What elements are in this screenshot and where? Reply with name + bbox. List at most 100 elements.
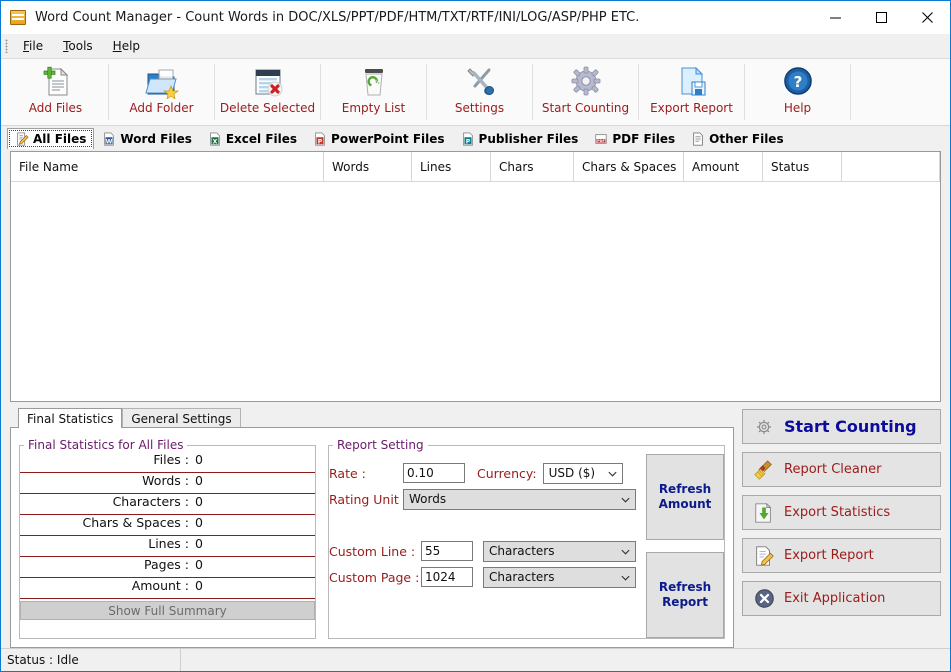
title-bar: Word Count Manager - Count Words in DOC/… bbox=[1, 1, 950, 34]
custom-line-input[interactable] bbox=[421, 541, 473, 561]
refresh-amount-button[interactable]: Refresh Amount bbox=[646, 454, 724, 540]
tab-word-files[interactable]: W Word Files bbox=[94, 128, 199, 149]
column-header-amount[interactable]: Amount bbox=[684, 152, 763, 181]
stat-row-pages: Pages : 0 bbox=[20, 557, 315, 578]
tab-powerpoint-files[interactable]: P PowerPoint Files bbox=[305, 128, 453, 149]
tab-publisher-files-label: Publisher Files bbox=[479, 132, 579, 146]
currency-select[interactable]: USD ($) bbox=[543, 463, 623, 484]
action-exit-application[interactable]: Exit Application bbox=[742, 581, 941, 616]
status-bar: Status : Idle bbox=[1, 648, 950, 671]
svg-text:P: P bbox=[318, 138, 323, 145]
column-header-lines[interactable]: Lines bbox=[412, 152, 491, 181]
tools-icon bbox=[463, 64, 497, 100]
tab-final-statistics[interactable]: Final Statistics bbox=[18, 408, 122, 428]
other-file-icon bbox=[691, 132, 705, 146]
file-list-header: File Name Words Lines Chars Chars & Spac… bbox=[11, 152, 940, 182]
toolbar-start-counting[interactable]: Start Counting bbox=[533, 59, 638, 125]
show-full-summary-button[interactable]: Show Full Summary bbox=[20, 601, 315, 620]
toolbar-delete-selected-label: Delete Selected bbox=[220, 101, 315, 115]
stat-label-words: Words : bbox=[142, 473, 189, 488]
refresh-report-button[interactable]: Refresh Report bbox=[646, 552, 724, 638]
tab-all-files[interactable]: All Files bbox=[7, 128, 94, 149]
action-export-report[interactable]: Export Report bbox=[742, 538, 941, 573]
toolbar-empty-list[interactable]: Empty List bbox=[321, 59, 426, 125]
column-header-file-name[interactable]: File Name bbox=[11, 152, 324, 181]
stat-row-words: Words : 0 bbox=[20, 473, 315, 494]
stat-label-amount: Amount : bbox=[132, 578, 189, 593]
custom-page-unit-select[interactable]: Characters bbox=[483, 567, 636, 588]
toolbar-export-report[interactable]: Export Report bbox=[639, 59, 744, 125]
tab-other-files[interactable]: Other Files bbox=[683, 128, 791, 149]
rating-unit-select[interactable]: Words bbox=[403, 489, 636, 510]
exit-icon bbox=[753, 588, 775, 610]
toolbar-add-files[interactable]: Add Files bbox=[3, 59, 108, 125]
toolbar-add-folder[interactable]: Add Folder bbox=[109, 59, 214, 125]
svg-text:P: P bbox=[465, 138, 470, 145]
menu-help[interactable]: Help bbox=[103, 37, 150, 55]
custom-line-unit-value: Characters bbox=[489, 544, 555, 558]
report-setting-group: Report Setting Rate : Currency: USD ($) bbox=[328, 438, 725, 639]
stat-row-amount: Amount : 0 bbox=[20, 578, 315, 599]
bottom-area: Final Statistics General Settings Final … bbox=[1, 402, 950, 648]
menu-grip-handle[interactable] bbox=[5, 39, 8, 53]
gear-icon bbox=[753, 416, 775, 438]
toolbar-help[interactable]: ? Help bbox=[745, 59, 850, 125]
tab-publisher-files[interactable]: P Publisher Files bbox=[453, 128, 587, 149]
close-button[interactable] bbox=[904, 1, 950, 34]
toolbar-delete-selected[interactable]: Delete Selected bbox=[215, 59, 320, 125]
action-report-cleaner[interactable]: Report Cleaner bbox=[742, 452, 941, 487]
currency-label: Currency: bbox=[477, 466, 537, 481]
toolbar-settings-label: Settings bbox=[455, 101, 504, 115]
action-exit-application-label: Exit Application bbox=[784, 591, 885, 606]
pdf-icon: PDF bbox=[594, 132, 608, 146]
stat-value-pages: 0 bbox=[195, 557, 315, 572]
menu-file-label: ile bbox=[29, 39, 43, 53]
file-list-body[interactable] bbox=[11, 182, 940, 401]
stat-label-chars-and-spaces: Chars & Spaces : bbox=[83, 515, 189, 530]
maximize-button[interactable] bbox=[858, 1, 904, 34]
add-folder-icon bbox=[145, 64, 179, 100]
stat-row-chars-and-spaces: Chars & Spaces : 0 bbox=[20, 515, 315, 536]
bottom-tab-body: Final Statistics for All Files Files : 0… bbox=[10, 427, 734, 648]
stat-value-characters: 0 bbox=[195, 494, 315, 509]
custom-page-input[interactable] bbox=[421, 567, 473, 587]
action-start-counting[interactable]: Start Counting bbox=[742, 409, 941, 444]
toolbar-settings[interactable]: Settings bbox=[427, 59, 532, 125]
tab-other-files-label: Other Files bbox=[709, 132, 783, 146]
custom-page-row: Custom Page : Characters bbox=[329, 564, 636, 590]
tab-general-settings[interactable]: General Settings bbox=[122, 408, 240, 428]
action-start-counting-label: Start Counting bbox=[784, 417, 917, 436]
menu-bar: File Tools Help bbox=[1, 34, 950, 59]
menu-file[interactable]: File bbox=[13, 37, 53, 55]
minimize-button[interactable] bbox=[812, 1, 858, 34]
menu-tools[interactable]: Tools bbox=[53, 37, 103, 55]
tab-final-statistics-label: Final Statistics bbox=[27, 412, 113, 426]
stat-row-characters: Characters : 0 bbox=[20, 494, 315, 515]
action-export-statistics[interactable]: Export Statistics bbox=[742, 495, 941, 530]
file-type-tabs: All Files W Word Files X Excel Files P bbox=[1, 126, 950, 149]
stat-label-pages: Pages : bbox=[144, 557, 189, 572]
custom-line-unit-select[interactable]: Characters bbox=[483, 541, 636, 562]
rate-input[interactable] bbox=[403, 463, 465, 483]
toolbar-add-files-label: Add Files bbox=[29, 101, 82, 115]
column-header-words[interactable]: Words bbox=[324, 152, 412, 181]
main-toolbar: Add Files Add Folder bbox=[1, 59, 950, 126]
stat-row-lines: Lines : 0 bbox=[20, 536, 315, 557]
svg-text:?: ? bbox=[793, 73, 802, 91]
custom-line-label: Custom Line : bbox=[329, 544, 415, 559]
publisher-icon: P bbox=[461, 132, 475, 146]
tab-excel-files[interactable]: X Excel Files bbox=[200, 128, 305, 149]
help-icon: ? bbox=[781, 64, 815, 100]
svg-text:PDF: PDF bbox=[597, 139, 605, 143]
report-setting-legend: Report Setting bbox=[333, 438, 428, 452]
rate-row: Rate : Currency: USD ($) bbox=[329, 460, 636, 486]
column-header-chars-and-spaces[interactable]: Chars & Spaces bbox=[574, 152, 684, 181]
tab-pdf-files[interactable]: PDF PDF Files bbox=[586, 128, 683, 149]
status-text: Status : Idle bbox=[1, 649, 181, 671]
export-report-icon bbox=[753, 545, 775, 567]
stat-value-lines: 0 bbox=[195, 536, 315, 551]
file-list[interactable]: File Name Words Lines Chars Chars & Spac… bbox=[10, 151, 941, 402]
refresh-report-line2: Report bbox=[659, 595, 711, 610]
column-header-status[interactable]: Status bbox=[763, 152, 842, 181]
column-header-chars[interactable]: Chars bbox=[491, 152, 574, 181]
